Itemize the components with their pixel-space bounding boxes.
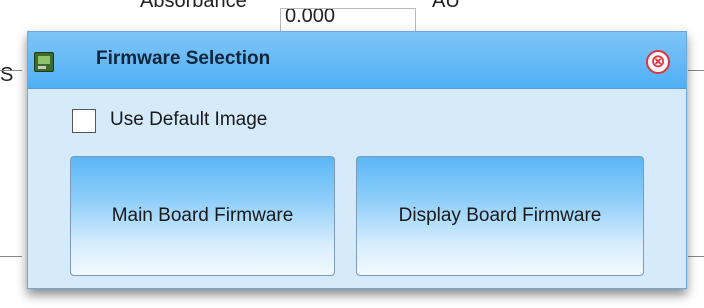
background-side-label: S: [0, 64, 14, 86]
dialog-titlebar[interactable]: Firmware Selection ⊗: [28, 32, 686, 89]
background-unit-label: AU: [432, 0, 460, 12]
background-divider: [688, 256, 704, 257]
dialog-title: Firmware Selection: [96, 48, 271, 69]
close-icon[interactable]: ⊗: [646, 50, 670, 74]
background-divider: [0, 70, 22, 71]
background-divider: [0, 256, 22, 257]
use-default-image-checkbox[interactable]: [72, 109, 96, 133]
firmware-board-icon: [34, 52, 54, 72]
use-default-image-label[interactable]: Use Default Image: [110, 109, 267, 131]
background-divider: [688, 70, 704, 71]
firmware-selection-dialog: Firmware Selection ⊗ Use Default Image M…: [27, 31, 687, 289]
background-label: Absorbance: [140, 0, 247, 12]
display-board-firmware-button[interactable]: Display Board Firmware: [356, 156, 644, 276]
main-board-firmware-button[interactable]: Main Board Firmware: [70, 156, 335, 276]
